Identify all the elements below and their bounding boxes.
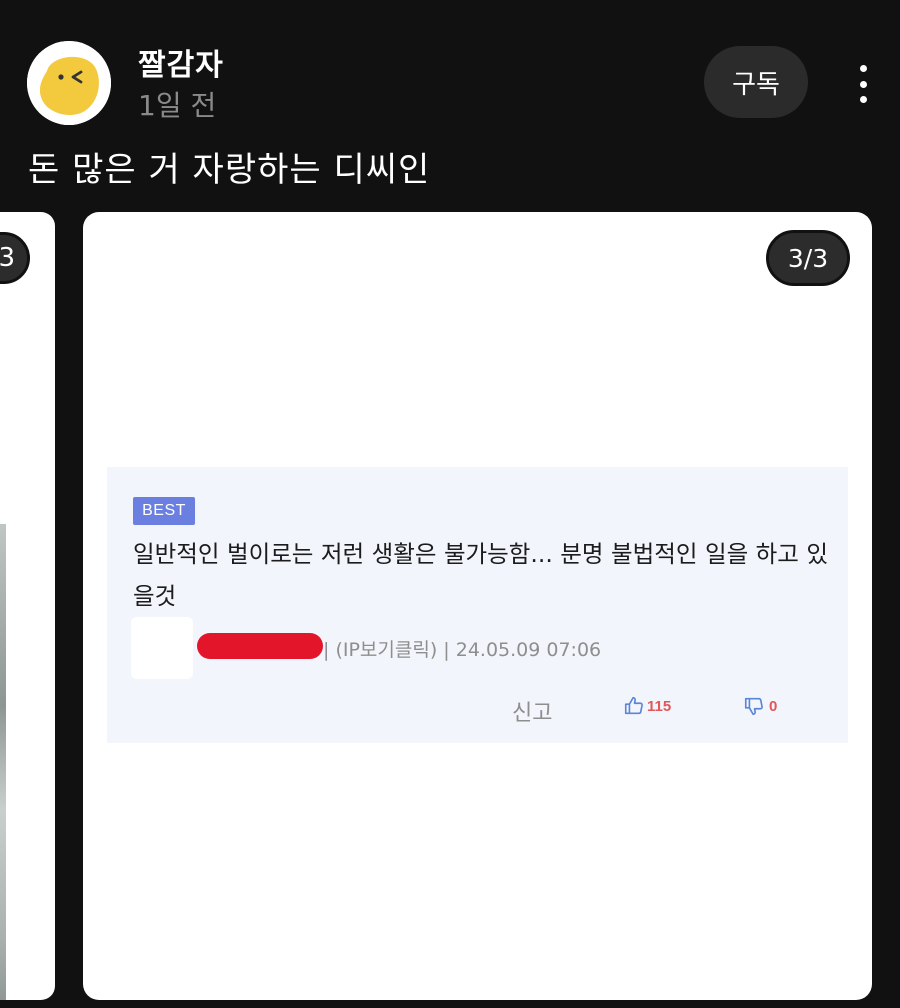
page-indicator: 3/3 [766, 230, 850, 286]
report-link: 신고 [512, 701, 553, 726]
subscribe-button[interactable]: 구독 [704, 46, 808, 118]
carousel-card-current[interactable]: 3/3 BEST 일반적인 벌이로는 저런 생활은 불가능함... 분명 불법적… [83, 212, 872, 1000]
dislike-count: 0 [769, 697, 778, 715]
thumbs-up-icon [624, 696, 643, 715]
dot [859, 65, 867, 72]
thumbs-down-icon [744, 697, 763, 716]
potato-face-icon [27, 41, 111, 125]
author-name[interactable]: 짤감자 [138, 40, 224, 84]
comment-text: 일반적인 벌이로는 저런 생활은 불가능함... 분명 불법적인 일을 하고 있… [133, 540, 828, 610]
carousel-card-previous[interactable]: 3 [0, 212, 55, 1000]
author-avatar[interactable] [27, 41, 111, 125]
post-time: 1일 전 [138, 89, 217, 122]
comment-screenshot: BEST 일반적인 벌이로는 저런 생활은 불가능함... 분명 불법적인 일을… [107, 467, 848, 743]
prev-card-image [0, 524, 6, 1000]
prev-page-indicator: 3 [0, 232, 30, 284]
more-vertical-icon[interactable] [848, 62, 878, 106]
dislike-group: 0 [743, 695, 777, 717]
best-badge: BEST [133, 497, 195, 525]
like-count: 115 [647, 697, 672, 715]
like-group: 115 [623, 695, 671, 717]
post-header: 짤감자 1일 전 구독 [0, 0, 900, 140]
dot [859, 80, 867, 88]
commenter-avatar [131, 617, 193, 679]
dot [859, 96, 867, 103]
redacted-username [197, 633, 323, 659]
comment-meta: | (IP보기클릭) | 24.05.09 07:06 [323, 639, 602, 661]
post-title: 돈 많은 거 자랑하는 디씨인 [28, 150, 431, 190]
